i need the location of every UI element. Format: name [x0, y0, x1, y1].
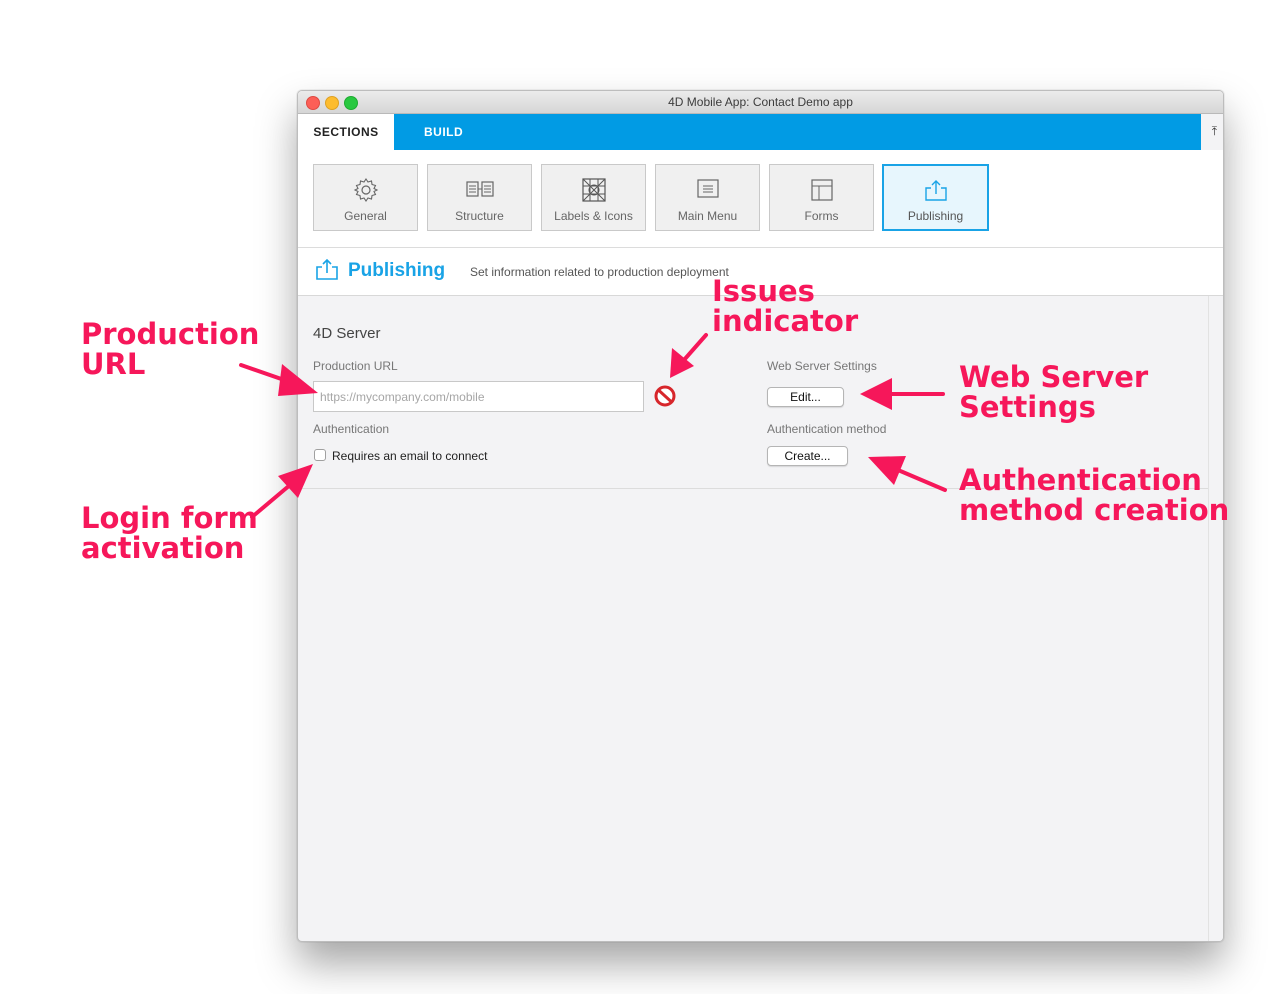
section-label: Main Menu	[677, 209, 738, 223]
annotation-login-form: Login form activation	[81, 501, 258, 565]
production-url-label: Production URL	[313, 359, 398, 373]
section-label: Structure	[455, 209, 504, 223]
section-labels-icons-button[interactable]: Labels & Icons	[541, 164, 646, 231]
section-publishing-button[interactable]: Publishing	[882, 164, 989, 231]
vertical-scrollbar[interactable]	[1208, 296, 1223, 941]
sections-panel: General Structure Labels & Icons Main Me…	[298, 150, 1223, 248]
authentication-method-label: Authentication method	[767, 422, 887, 436]
section-label: Forms	[804, 209, 839, 223]
edit-web-server-button[interactable]: Edit...	[767, 387, 844, 407]
collapse-arrow-icon[interactable]: ⤒	[1212, 124, 1217, 139]
authentication-label: Authentication	[313, 422, 390, 436]
page-title: Publishing	[348, 260, 446, 281]
annotation-auth-method: Authentication method creation	[959, 463, 1230, 527]
section-general-button[interactable]: General	[313, 164, 418, 231]
main-menu-icon	[656, 177, 759, 201]
labels-icons-grid-icon	[542, 177, 645, 202]
web-server-settings-label: Web Server Settings	[767, 359, 877, 373]
production-url-input[interactable]	[313, 381, 644, 412]
tab-build[interactable]: BUILD	[424, 114, 463, 150]
server-group-title: 4D Server	[313, 325, 381, 342]
requires-email-label[interactable]: Requires an email to connect	[332, 449, 487, 463]
title-bar: 4D Mobile App: Contact Demo app	[298, 91, 1223, 114]
annotation-web-server-settings: Web Server Settings	[959, 360, 1149, 424]
issues-indicator-icon[interactable]	[654, 385, 676, 412]
section-structure-button[interactable]: Structure	[427, 164, 532, 231]
page-description: Set information related to production de…	[470, 265, 729, 279]
annotation-production-url: Production URL	[81, 317, 260, 381]
gear-icon	[314, 177, 417, 202]
publish-upload-icon	[884, 178, 987, 202]
publish-upload-icon	[314, 258, 340, 287]
section-forms-button[interactable]: Forms	[769, 164, 874, 231]
create-auth-method-button[interactable]: Create...	[767, 446, 848, 466]
requires-email-checkbox[interactable]	[314, 449, 326, 461]
annotation-issues-indicator: Issues indicator	[712, 274, 859, 338]
structure-icon	[428, 177, 531, 201]
section-main-menu-button[interactable]: Main Menu	[655, 164, 760, 231]
section-label: Publishing	[907, 209, 964, 223]
section-label: General	[344, 209, 387, 223]
tab-sections[interactable]: SECTIONS	[298, 114, 394, 150]
top-tab-bar: SECTIONS BUILD	[298, 114, 1201, 150]
section-label: Labels & Icons	[554, 209, 633, 223]
forms-icon	[770, 177, 873, 201]
window-title: 4D Mobile App: Contact Demo app	[668, 95, 853, 109]
